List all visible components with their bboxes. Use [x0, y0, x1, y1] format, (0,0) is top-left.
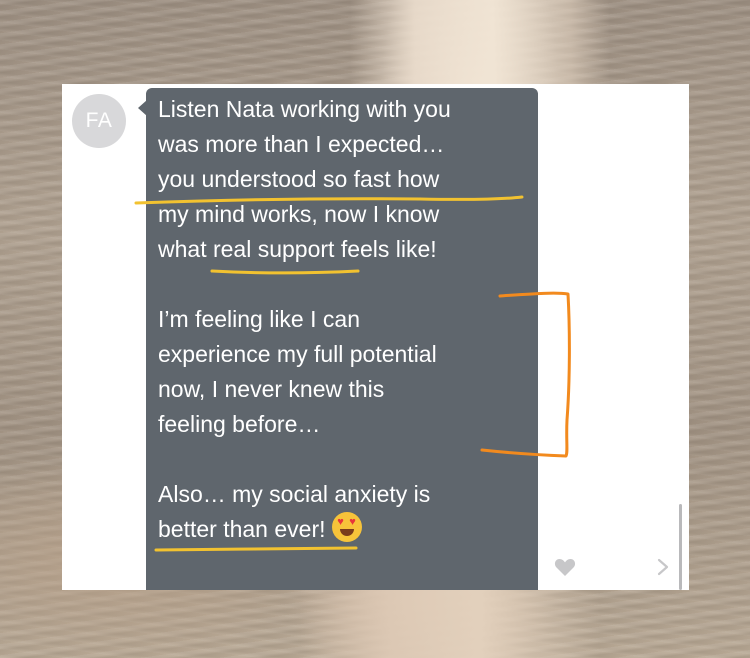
message-paragraph-1: Listen Nata working with you was more th… [158, 96, 451, 262]
scrollbar[interactable] [679, 504, 682, 590]
background-dress-top [350, 0, 610, 84]
background-dress-bottom [300, 590, 600, 658]
chevron-right-icon[interactable] [656, 558, 670, 576]
heart-icon[interactable] [554, 557, 576, 577]
chat-screenshot-card: FA Listen Nata working with you was more… [62, 84, 689, 590]
avatar-initials: FA [85, 109, 113, 132]
message-paragraph-3: Also… my social anxiety is better than e… [158, 477, 533, 547]
message-paragraph-2: I’m feeling like I can experience my ful… [158, 306, 437, 437]
avatar[interactable]: FA [72, 94, 126, 148]
heart-eyes-emoji-icon: ♥ ♥ [331, 512, 362, 542]
message-text: Listen Nata working with you was more th… [158, 92, 533, 547]
message-paragraph-3-text: Also… my social anxiety is better than e… [158, 481, 431, 542]
